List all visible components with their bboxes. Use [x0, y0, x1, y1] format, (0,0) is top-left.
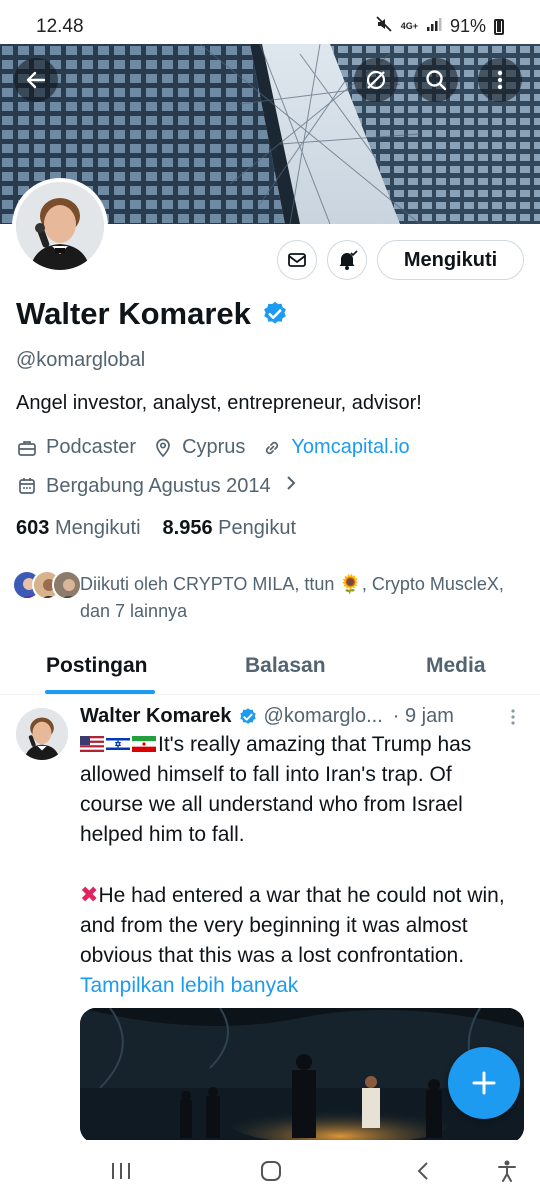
- message-button[interactable]: [277, 240, 317, 280]
- profile-meta-row: Podcaster Cyprus Yomcapital.io: [16, 436, 410, 459]
- more-vertical-icon: [497, 70, 503, 90]
- signal-icon: [426, 16, 442, 37]
- home-button[interactable]: [256, 1156, 286, 1186]
- system-back-button[interactable]: [408, 1156, 438, 1186]
- tab-media[interactable]: Media: [426, 654, 486, 678]
- profile-tabs: Postingan Balasan Media: [0, 640, 540, 695]
- post-more-button[interactable]: [506, 708, 520, 731]
- flag-us-icon: [80, 736, 104, 752]
- post-author-name[interactable]: Walter Komarek: [80, 705, 232, 728]
- followers-count-link[interactable]: 8.956 Pengikut: [163, 517, 296, 540]
- recent-apps-icon: [112, 1163, 130, 1179]
- profile-website-link[interactable]: Yomcapital.io: [291, 436, 409, 459]
- accessibility-icon: [498, 1160, 516, 1182]
- more-button[interactable]: [478, 58, 522, 102]
- accessibility-button[interactable]: [492, 1156, 522, 1186]
- verified-badge-icon: [239, 707, 256, 724]
- recent-apps-button[interactable]: [106, 1156, 136, 1186]
- location-pin-icon: [152, 437, 174, 459]
- tab-posts[interactable]: Postingan: [46, 654, 148, 678]
- followed-by-text[interactable]: Diikuti oleh CRYPTO MILA, ttun 🌻, Crypto…: [80, 571, 520, 625]
- post-author-avatar[interactable]: [16, 708, 68, 760]
- show-more-link[interactable]: Tampilkan lebih banyak: [80, 974, 298, 997]
- home-icon: [261, 1161, 281, 1181]
- chevron-left-icon: [417, 1162, 428, 1180]
- flag-il-icon: [106, 736, 130, 752]
- back-arrow-icon: [26, 71, 46, 89]
- active-tab-indicator: [45, 690, 155, 694]
- search-button[interactable]: [414, 58, 458, 102]
- system-navigation-bar: [0, 1140, 540, 1200]
- grok-icon: [366, 70, 386, 90]
- battery-icon: [494, 18, 504, 35]
- cross-mark-icon: ✖: [80, 882, 99, 907]
- profile-joined-row[interactable]: Bergabung Agustus 2014: [16, 474, 297, 498]
- plus-icon: [472, 1071, 496, 1095]
- more-vertical-icon: [511, 709, 515, 725]
- status-icons: 4G+ 91%: [375, 15, 504, 38]
- followed-by-avatars[interactable]: [12, 570, 82, 600]
- following-count-link[interactable]: 603 Mengikuti: [16, 517, 141, 540]
- profile-bio: Angel investor, analyst, entrepreneur, a…: [16, 392, 422, 414]
- mute-icon: [375, 15, 393, 38]
- link-icon: [261, 437, 283, 459]
- profile-name: Walter Komarek: [16, 296, 251, 331]
- following-button[interactable]: Mengikuti: [377, 240, 524, 280]
- flag-ir-icon: [132, 736, 156, 752]
- envelope-icon: [288, 253, 306, 267]
- post-body: It's really amazing that Trump has allow…: [80, 730, 520, 1001]
- post-timestamp[interactable]: · 9 jam: [393, 705, 454, 728]
- bell-check-icon: [339, 250, 358, 270]
- profile-category: Podcaster: [46, 436, 137, 458]
- avatar: [52, 570, 82, 600]
- notification-button[interactable]: [327, 240, 367, 280]
- compose-post-button[interactable]: [448, 1047, 520, 1119]
- profile-avatar[interactable]: [12, 178, 108, 274]
- calendar-icon: [16, 475, 38, 497]
- chevron-right-icon: [285, 474, 297, 498]
- search-icon: [426, 70, 447, 91]
- profile-joined: Bergabung Agustus 2014: [46, 474, 271, 497]
- profile-handle: @komarglobal: [16, 349, 146, 371]
- profile-location: Cyprus: [182, 436, 246, 458]
- network-icon: 4G+: [400, 21, 418, 31]
- status-bar: 12.48 4G+ 91%: [0, 0, 540, 44]
- battery-percent: 91%: [449, 16, 486, 36]
- back-button[interactable]: [14, 58, 58, 102]
- post-paragraph-2: He had entered a war that he could not w…: [80, 884, 505, 967]
- grok-button[interactable]: [354, 58, 398, 102]
- verified-badge-icon[interactable]: [261, 300, 289, 328]
- profile-name-row: Walter Komarek: [16, 296, 289, 332]
- follow-counts: 603 Mengikuti 8.956 Pengikut: [16, 517, 296, 540]
- post-author-handle[interactable]: @komarglo...: [264, 705, 383, 728]
- status-time: 12.48: [36, 16, 84, 37]
- tab-replies[interactable]: Balasan: [245, 654, 326, 678]
- briefcase-icon: [16, 437, 38, 459]
- post-header: Walter Komarek @komarglo... · 9 jam: [80, 705, 454, 728]
